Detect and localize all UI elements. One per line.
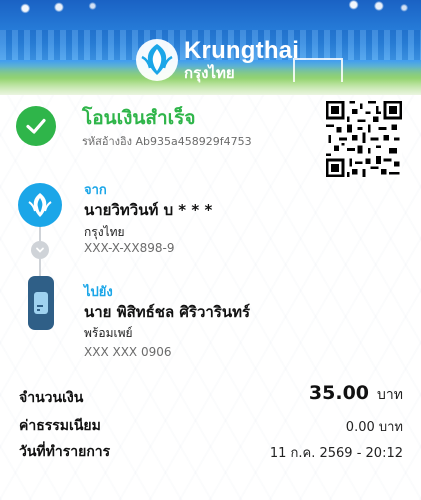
reference-code: รหัสอ้างอิง Ab935a458929f4753 xyxy=(82,135,252,148)
krungthai-bird-icon xyxy=(136,39,178,81)
to-account: XXX XXX 0906 xyxy=(84,345,172,359)
from-account: XXX-X-XX898-9 xyxy=(84,241,175,255)
krungthai-logo: Krungthai กรุงไทย xyxy=(134,38,299,82)
from-bank: กรุงไทย xyxy=(84,225,125,239)
to-name: นาย พิสิทธ์ชล ศิริวารินทร์ xyxy=(84,303,251,321)
connector-line xyxy=(39,227,41,241)
connector-line xyxy=(39,259,41,276)
from-label: จาก xyxy=(84,183,107,198)
krungthai-avatar xyxy=(18,183,62,227)
chevron-down-icon xyxy=(31,241,49,259)
krungthai-bird-icon xyxy=(28,193,52,217)
check-icon xyxy=(26,118,46,134)
to-label: ไปยัง xyxy=(84,285,113,300)
status-title: โอนเงินสำเร็จ xyxy=(82,107,196,129)
fee-value: 0.00 บาท xyxy=(345,420,403,435)
date-label: วันที่ทำรายการ xyxy=(19,444,111,460)
amount-value: 35.00 บาท xyxy=(309,382,403,406)
amount-number: 35.00 xyxy=(308,382,370,404)
amount-unit: บาท xyxy=(377,387,403,403)
brand-name-en: Krungthai xyxy=(184,37,300,64)
to-bank: พร้อมเพย์ xyxy=(84,326,133,340)
goal-post-icon xyxy=(293,58,343,82)
date-value: 11 ก.ค. 2569 - 20:12 xyxy=(269,446,403,461)
fee-label: ค่าธรรมเนียม xyxy=(19,418,101,434)
from-name: นายวิทวินท์ บ * * * xyxy=(84,201,213,219)
amount-label: จำนวนเงิน xyxy=(19,390,84,406)
qr-code-icon[interactable] xyxy=(326,101,402,177)
mobile-phone-icon xyxy=(28,276,54,330)
header-banner: Krungthai กรุงไทย xyxy=(0,0,421,95)
brand-name-th: กรุงไทย xyxy=(184,64,235,82)
success-check-icon xyxy=(16,106,56,146)
